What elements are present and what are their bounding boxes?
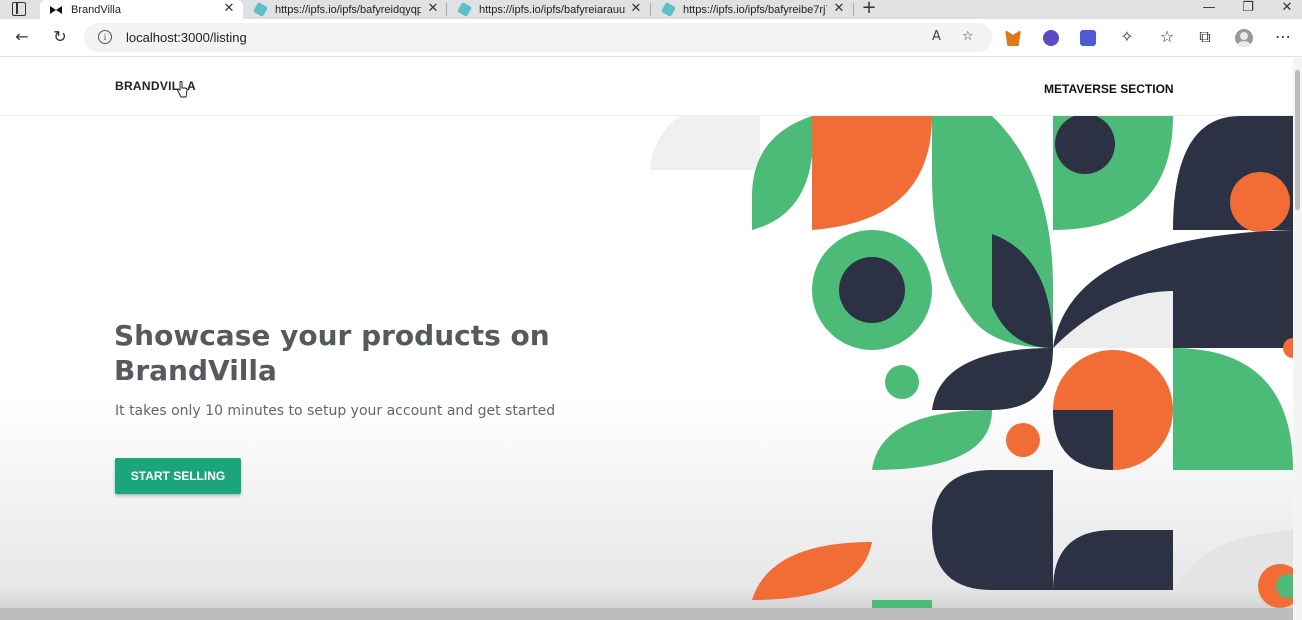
close-window-icon[interactable]: ✕ [1277,0,1297,18]
close-tab-icon[interactable]: ✕ [629,2,643,16]
minimize-icon[interactable]: — [1199,0,1219,18]
read-aloud-icon[interactable]: A [932,29,941,44]
add-favorite-icon[interactable]: ☆ [962,29,974,44]
tab-actions-menu-icon[interactable] [12,2,26,16]
new-tab-button[interactable]: + [861,0,877,18]
tab-title: https://ipfs.io/ipfs/bafyreibe7rj7 [683,3,827,16]
address-bar[interactable]: i localhost:3000/listing A ☆ [84,23,992,52]
close-tab-icon[interactable]: ✕ [426,2,440,16]
profile-avatar-icon[interactable] [1235,29,1253,47]
hand-cursor-icon [177,81,188,98]
tab-title: BrandVilla [71,3,121,16]
info-icon[interactable]: i [98,30,112,44]
more-menu-icon[interactable]: ⋯ [1273,27,1293,47]
reload-icon[interactable]: ↻ [50,27,70,47]
bowtie-icon [50,5,62,14]
page-bottom-strip [0,608,1293,620]
hero-title: Showcase your products on BrandVilla [114,319,550,387]
close-tab-icon[interactable]: ✕ [222,2,236,16]
tab-ipfs-2[interactable]: https://ipfs.io/ipfs/bafyreiarauuq [447,0,625,19]
browser-toolbar: ← ↻ i localhost:3000/listing A ☆ ✧ ☆ ⧉ ⋯ [0,19,1302,57]
tab-strip: BrandVilla ✕ https://ipfs.io/ipfs/bafyre… [0,0,1302,19]
hero-subtitle: It takes only 10 minutes to setup your a… [115,403,556,419]
geometric-artwork [650,116,1293,620]
tab-ipfs-1[interactable]: https://ipfs.io/ipfs/bafyreidqyqp [243,0,421,19]
url-text[interactable]: localhost:3000/listing [126,30,247,45]
cube-icon [252,1,269,18]
metamask-icon[interactable] [1005,30,1021,46]
tab-separator [853,3,854,16]
metaverse-section-link[interactable]: METAVERSE SECTION [1044,82,1174,96]
start-selling-button[interactable]: START SELLING [115,458,241,494]
back-icon[interactable]: ← [12,27,32,47]
tab-title: https://ipfs.io/ipfs/bafyreiarauuq [479,3,625,16]
restore-icon[interactable]: ❐ [1238,0,1258,18]
cube-icon [456,1,473,18]
page-viewport: BRANDVILLA METAVERSE SECTION Showcase yo… [0,58,1302,620]
page-scrollbar[interactable] [1293,58,1302,620]
cube-icon [660,1,677,18]
site-header: BRANDVILLA METAVERSE SECTION [0,58,1293,116]
favorites-icon[interactable]: ☆ [1157,27,1177,47]
tab-ipfs-3[interactable]: https://ipfs.io/ipfs/bafyreibe7rj7 [651,0,827,19]
collections-icon[interactable]: ⧉ [1195,27,1215,47]
extensions-puzzle-icon[interactable]: ✧ [1117,27,1137,47]
scrollbar-thumb[interactable] [1295,70,1300,210]
close-tab-icon[interactable]: ✕ [832,2,846,16]
tab-brandvilla[interactable]: BrandVilla [40,0,243,19]
extension-square-icon[interactable] [1080,30,1096,46]
tab-title: https://ipfs.io/ipfs/bafyreidqyqp [275,3,421,16]
extension-circle-icon[interactable] [1043,30,1059,46]
